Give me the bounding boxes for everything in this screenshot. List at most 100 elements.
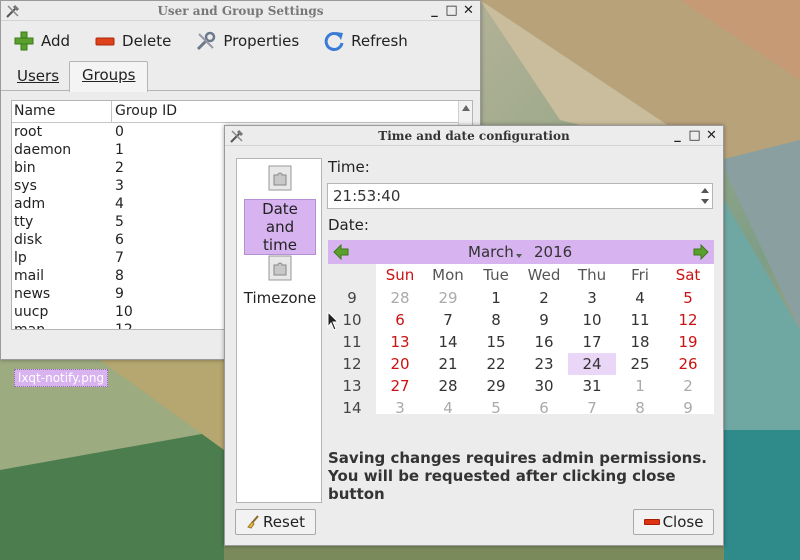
column-header-group-id[interactable]: Group ID xyxy=(112,101,180,122)
close-dialog-button[interactable]: Close xyxy=(633,509,714,535)
maximize-button[interactable]: □ xyxy=(444,2,459,19)
spin-down-icon[interactable] xyxy=(701,199,709,204)
desktop-icon-label[interactable]: lxqt-notify.png xyxy=(14,369,109,387)
maximize-button[interactable]: □ xyxy=(687,127,702,144)
calendar-day[interactable]: 5 xyxy=(664,287,712,309)
calendar-day[interactable]: 2 xyxy=(664,375,712,397)
calendar-day[interactable]: 27 xyxy=(376,375,424,397)
calendar-day[interactable]: 21 xyxy=(424,353,472,375)
calendar-day[interactable]: 11 xyxy=(616,309,664,331)
calendar-day[interactable]: 26 xyxy=(664,353,712,375)
weekday-header: Mon xyxy=(432,266,464,284)
calendar-day[interactable]: 3 xyxy=(568,287,616,309)
time-spinbox[interactable]: 21:53:40 xyxy=(327,183,713,209)
tab-groups[interactable]: Groups xyxy=(69,61,149,92)
group-name: news xyxy=(14,286,51,302)
group-name: lp xyxy=(14,250,27,266)
calendar-day[interactable]: 23 xyxy=(520,353,568,375)
calendar-day[interactable]: 28 xyxy=(424,375,472,397)
mouse-cursor-icon xyxy=(327,311,339,331)
year-selector[interactable]: 2016 xyxy=(534,243,572,261)
tab-users[interactable]: Users xyxy=(5,63,71,91)
calendar-day[interactable]: 15 xyxy=(472,331,520,353)
month-selector[interactable]: March xyxy=(468,243,514,261)
group-name: sys xyxy=(14,178,37,194)
calendar-day[interactable]: 7 xyxy=(568,397,616,419)
week-number: 11 xyxy=(342,333,362,351)
sidebar-item-label: Timezone xyxy=(243,289,317,307)
calendar-day[interactable]: 3 xyxy=(376,397,424,419)
calendar-day[interactable]: 8 xyxy=(472,309,520,331)
properties-label: Properties xyxy=(223,32,300,50)
properties-button[interactable]: Properties xyxy=(191,26,303,56)
calendar-day[interactable]: 18 xyxy=(616,331,664,353)
calendar-day[interactable]: 31 xyxy=(568,375,616,397)
next-month-icon[interactable] xyxy=(693,244,709,260)
calendar-day[interactable]: 10 xyxy=(568,309,616,331)
titlebar[interactable]: Time and date configuration _ □ ✕ xyxy=(225,126,723,146)
tab-bar: Users Groups xyxy=(1,61,480,92)
calendar-day[interactable]: 4 xyxy=(424,397,472,419)
sidebar-item-date-and-time[interactable]: Date and time xyxy=(237,165,323,255)
calendar-day[interactable]: 12 xyxy=(664,309,712,331)
calendar-day[interactable]: 9 xyxy=(520,309,568,331)
plus-icon xyxy=(14,31,34,51)
calendar-day[interactable]: 22 xyxy=(472,353,520,375)
calendar-day[interactable]: 14 xyxy=(424,331,472,353)
group-id: 3 xyxy=(115,178,124,194)
week-number: 9 xyxy=(347,289,357,307)
calendar-day[interactable]: 1 xyxy=(472,287,520,309)
close-button[interactable]: ✕ xyxy=(461,2,476,19)
group-id: 8 xyxy=(115,268,124,284)
close-icon xyxy=(643,519,660,525)
previous-month-icon[interactable] xyxy=(333,244,349,260)
calendar-day[interactable]: 8 xyxy=(616,397,664,419)
calendar-day[interactable]: 29 xyxy=(472,375,520,397)
week-number: 12 xyxy=(342,355,362,373)
calendar-day[interactable]: 1 xyxy=(616,375,664,397)
calendar-day[interactable]: 9 xyxy=(664,397,712,419)
group-id: 4 xyxy=(115,196,124,212)
reset-button[interactable]: Reset xyxy=(235,509,316,535)
calendar-day[interactable]: 30 xyxy=(520,375,568,397)
add-button[interactable]: Add xyxy=(9,26,74,56)
close-button[interactable]: ✕ xyxy=(704,127,719,144)
calendar-day[interactable]: 7 xyxy=(424,309,472,331)
calendar-day[interactable]: 16 xyxy=(520,331,568,353)
refresh-button[interactable]: Refresh xyxy=(319,26,412,56)
calendar-day[interactable]: 4 xyxy=(616,287,664,309)
group-id: 5 xyxy=(115,214,124,230)
calendar-day[interactable]: 2 xyxy=(520,287,568,309)
settings-sidebar: Date and time Timezone xyxy=(236,158,322,503)
calendar-day[interactable]: 19 xyxy=(664,331,712,353)
calendar-day[interactable]: 20 xyxy=(376,353,424,375)
group-id: 12 xyxy=(115,322,133,330)
calendar-day[interactable]: 5 xyxy=(472,397,520,419)
titlebar[interactable]: User and Group Settings _ □ ✕ xyxy=(1,1,480,21)
calendar-day[interactable]: 28 xyxy=(376,287,424,309)
group-name: daemon xyxy=(14,142,72,158)
chevron-down-icon[interactable] xyxy=(516,254,522,258)
close-label: Close xyxy=(662,513,704,531)
group-name: root xyxy=(14,124,43,140)
calendar-day[interactable]: 6 xyxy=(376,309,424,331)
minimize-button[interactable]: _ xyxy=(670,127,685,144)
calendar-day-selected[interactable]: 24 xyxy=(568,353,616,375)
column-header-name[interactable]: Name xyxy=(12,101,112,122)
spin-arrows[interactable] xyxy=(700,186,710,206)
calendar-day[interactable]: 17 xyxy=(568,331,616,353)
minimize-button[interactable]: _ xyxy=(427,2,442,19)
weekday-header: Fri xyxy=(631,266,649,284)
calendar-day[interactable]: 25 xyxy=(616,353,664,375)
calendar-day[interactable]: 6 xyxy=(520,397,568,419)
add-label: Add xyxy=(41,32,71,50)
calendar-day[interactable]: 29 xyxy=(424,287,472,309)
delete-button[interactable]: Delete xyxy=(90,26,175,56)
spin-up-icon[interactable] xyxy=(701,188,709,193)
calendar-day[interactable]: 13 xyxy=(376,331,424,353)
scroll-up-icon[interactable] xyxy=(462,105,470,111)
week-number: 14 xyxy=(342,399,362,417)
sidebar-item-timezone[interactable]: Timezone xyxy=(237,255,323,307)
weekday-header: Sun xyxy=(385,266,415,284)
time-value: 21:53:40 xyxy=(333,187,401,205)
